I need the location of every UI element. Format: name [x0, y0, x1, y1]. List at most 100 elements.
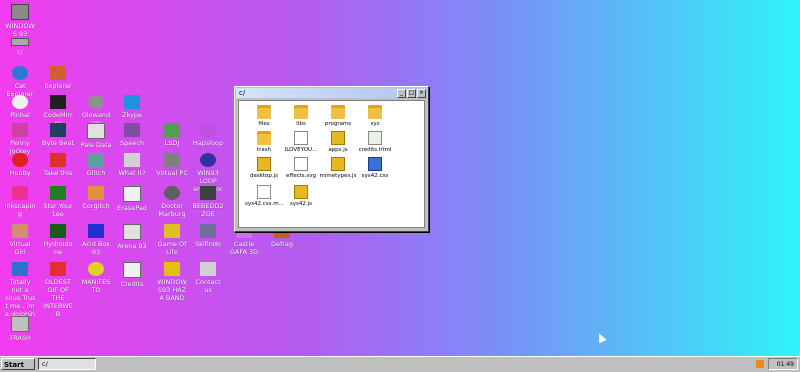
- zkype-icon: [124, 95, 140, 109]
- folder-icon: [331, 105, 345, 119]
- desktop-icon-arena[interactable]: Arena 93: [116, 224, 148, 250]
- icon-label: What It?: [118, 169, 146, 177]
- window-title: c/: [239, 89, 246, 97]
- document-icon: [294, 131, 308, 145]
- window-titlebar[interactable]: c/ _ □ ×: [236, 88, 427, 98]
- file-item[interactable]: mimetypes.js: [319, 157, 357, 180]
- desktop-icon-what-it[interactable]: What It?: [116, 153, 148, 177]
- file-item[interactable]: sys: [356, 105, 394, 128]
- gif-icon: [50, 262, 66, 276]
- desktop-icon-game-of-life[interactable]: Game Of Life: [156, 224, 188, 256]
- explorer-window[interactable]: c/ _ □ × files libs programs sys trash I…: [234, 86, 429, 232]
- file-item[interactable]: libs: [282, 105, 320, 128]
- file-item[interactable]: credits.html: [356, 131, 394, 154]
- desktop-icon-hapsloop[interactable]: Hapsloop: [192, 123, 224, 147]
- rss-icon[interactable]: [756, 360, 764, 368]
- desktop-icon-inkscaping[interactable]: Inkscaping: [4, 186, 36, 218]
- desktop-icon-pinbal[interactable]: Pinbal: [4, 95, 36, 119]
- desktop-icon-pixel-forge[interactable]: LSDJ: [156, 123, 188, 147]
- desktop-icon-acid-box[interactable]: Acid Box 93: [80, 224, 112, 256]
- icon-label: Pale Data: [80, 141, 112, 149]
- icon-label: ErasePad: [117, 204, 147, 212]
- start-button[interactable]: Start: [1, 358, 35, 370]
- css-file-icon: [368, 157, 382, 171]
- desktop-icon-glitch[interactable]: Glitch: [80, 153, 112, 177]
- pdf-icon: [87, 123, 105, 139]
- window-content: files libs programs sys trash ILOVEYOU..…: [238, 100, 425, 228]
- corgi-icon: [88, 186, 104, 200]
- desktop-icon-dolphin[interactable]: Totally not a virus.Trust me...im a dolp…: [4, 262, 36, 318]
- desktop-icon-speech[interactable]: Speech: [116, 123, 148, 147]
- desktop-icon-corgitch[interactable]: Corgitch: [80, 186, 112, 210]
- desktop-icon-contact-us[interactable]: Contact us: [192, 262, 224, 294]
- close-button[interactable]: ×: [417, 88, 426, 98]
- desktop-icon-c-drive[interactable]: c/: [4, 38, 36, 56]
- file-label: ILOVEYOU...: [284, 147, 318, 153]
- file-item[interactable]: programs: [319, 105, 357, 128]
- file-item[interactable]: sys42.css: [356, 157, 394, 180]
- jockey-icon: [12, 123, 28, 137]
- hapsloop-icon: [200, 123, 216, 137]
- desktop-icon-pale-data[interactable]: Pale Data: [80, 123, 112, 149]
- js-file-icon: [331, 157, 345, 171]
- file-label: sys42.js: [289, 201, 313, 207]
- desktop-icon-oldest-gif[interactable]: OLDEST GIF OF THE INTERWEB: [42, 262, 74, 318]
- icon-label: Castle GAFA 3D: [229, 240, 259, 256]
- computer-icon: [11, 4, 29, 20]
- credits-icon: [123, 262, 141, 278]
- file-item[interactable]: sys42.css.m...: [245, 185, 284, 208]
- minimize-button[interactable]: _: [397, 88, 406, 98]
- desktop-icon-hubby[interactable]: Hubby: [4, 153, 36, 177]
- speech-icon: [124, 123, 140, 137]
- taskbar-window-button[interactable]: c/: [38, 358, 96, 370]
- icon-label: Pinbal: [10, 111, 30, 119]
- bebedd-icon: [200, 186, 216, 200]
- doctor-icon: [164, 186, 180, 200]
- desktop-icon-penny-jockey[interactable]: Penny Jockey: [4, 123, 36, 155]
- desktop-icon-doctor-marburg[interactable]: Doctor Marburg: [156, 186, 188, 218]
- icon-label: Skifindo: [194, 240, 221, 248]
- file-item[interactable]: files: [245, 105, 283, 128]
- desktop-icon-virtual-girl[interactable]: Virtual Girl: [4, 224, 36, 256]
- icon-label: Speech: [120, 139, 144, 147]
- desktop-icon-take-this[interactable]: Take this: [42, 153, 74, 177]
- hydroid-icon: [50, 224, 66, 238]
- icon-label: Hapsloop: [192, 139, 224, 147]
- desktop-icon-band[interactable]: WINDOWS93 HAZ A BAND: [156, 262, 188, 302]
- file-item[interactable]: effects.svg: [282, 157, 320, 180]
- desktop-icon-bebedd[interactable]: BEBEDD2 ZOE: [192, 186, 224, 218]
- desktop-icon-erasepad[interactable]: ErasePad: [116, 186, 148, 212]
- file-label: effects.svg: [286, 173, 316, 179]
- file-item[interactable]: trash: [245, 131, 283, 154]
- pixel-icon: [164, 123, 180, 137]
- icon-label: Byte Beat: [42, 139, 74, 147]
- desktop-icon-credits[interactable]: Credits: [116, 262, 148, 288]
- desktop-icon-explorer[interactable]: Explorer: [42, 66, 74, 90]
- maximize-button[interactable]: □: [407, 88, 416, 98]
- icon-label: LSDJ: [164, 139, 180, 147]
- file-label: programs: [324, 121, 352, 127]
- file-item[interactable]: apps.js: [319, 131, 357, 154]
- icon-label: Explorer: [44, 82, 72, 90]
- dolphin-icon: [12, 262, 28, 276]
- icon-label: WINDOWS 93: [5, 22, 35, 38]
- icon-label: Hubby: [9, 169, 31, 177]
- desktop-icon-hydroidone[interactable]: Hydroidone: [42, 224, 74, 256]
- desktop-icon-zkype[interactable]: Zkype: [116, 95, 148, 119]
- desktop-icon-cat-explorer[interactable]: Cat Explorer: [4, 66, 36, 98]
- file-label: credits.html: [358, 147, 392, 153]
- desktop-icon-byte-beat[interactable]: Byte Beat: [42, 123, 74, 147]
- desktop-icon-windows93[interactable]: WINDOWS 93: [4, 4, 36, 38]
- take-this-icon: [50, 153, 66, 167]
- desktop-icon-virtual-pc[interactable]: Virtual PC: [156, 153, 188, 177]
- desktop-icon-trash[interactable]: TRASH: [4, 316, 36, 342]
- file-item[interactable]: desktop.js: [245, 157, 283, 180]
- drive-icon: [11, 38, 29, 46]
- desktop-icon-manifesto[interactable]: MANIFESTO: [80, 262, 112, 294]
- file-item[interactable]: ILOVEYOU...: [282, 131, 320, 154]
- desktop-icon-skifindo[interactable]: Skifindo: [192, 224, 224, 248]
- notepad-icon: [123, 186, 141, 202]
- file-item[interactable]: sys42.js: [282, 185, 320, 208]
- folder-icon: [368, 105, 382, 119]
- desktop-icon-star-your-lee[interactable]: Star Your Lee: [42, 186, 74, 218]
